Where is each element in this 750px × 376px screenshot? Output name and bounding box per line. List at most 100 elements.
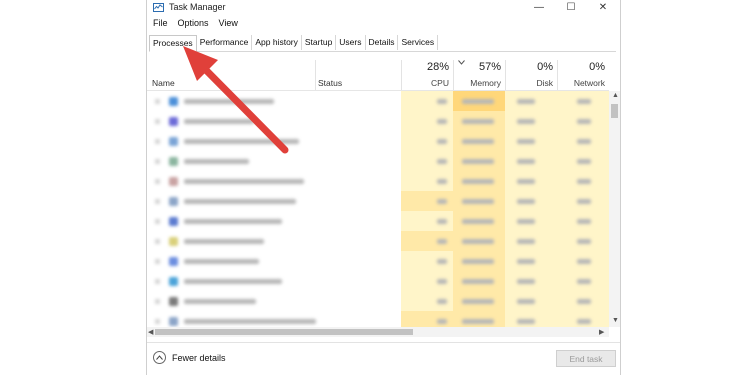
tab-startup[interactable]: Startup <box>302 35 337 50</box>
scroll-down-icon[interactable]: ▼ <box>612 317 619 324</box>
table-row[interactable] <box>147 231 609 251</box>
menu-view[interactable]: View <box>219 18 238 31</box>
cell-value <box>437 299 447 304</box>
scroll-up-icon[interactable]: ▲ <box>612 92 619 99</box>
cell-value <box>577 99 591 104</box>
vertical-scrollbar[interactable] <box>609 91 620 327</box>
column-status[interactable]: Status <box>318 78 342 88</box>
cell-value <box>437 179 447 184</box>
process-name <box>184 99 274 104</box>
cell-value <box>577 319 591 324</box>
close-icon: ✕ <box>598 2 608 13</box>
tab-processes[interactable]: Processes <box>149 35 197 52</box>
table-row[interactable] <box>147 111 609 131</box>
process-name <box>184 199 296 204</box>
cell-value <box>462 119 494 124</box>
process-icon <box>169 137 178 146</box>
process-list <box>147 91 609 327</box>
column-name[interactable]: Name <box>152 78 175 88</box>
expand-chevron-icon[interactable] <box>155 299 160 304</box>
table-row[interactable] <box>147 311 609 327</box>
vertical-scroll-thumb[interactable] <box>611 104 618 118</box>
tab-details[interactable]: Details <box>366 35 399 50</box>
cell-value <box>517 299 535 304</box>
process-icon <box>169 217 178 226</box>
minimize-button[interactable]: — <box>523 0 555 15</box>
table-row[interactable] <box>147 251 609 271</box>
cell-value <box>517 239 535 244</box>
process-icon <box>169 277 178 286</box>
process-name <box>184 119 254 124</box>
expand-chevron-icon[interactable] <box>155 139 160 144</box>
sort-chevron-icon <box>458 60 465 65</box>
menu-options[interactable]: Options <box>178 18 209 31</box>
horizontal-scroll-thumb[interactable] <box>155 329 413 335</box>
cell-value <box>517 139 535 144</box>
expand-chevron-icon[interactable] <box>155 179 160 184</box>
end-task-button[interactable]: End task <box>556 350 616 367</box>
process-icon <box>169 177 178 186</box>
expand-chevron-icon[interactable] <box>155 259 160 264</box>
tab-performance[interactable]: Performance <box>197 35 253 50</box>
cell-value <box>462 239 494 244</box>
table-row[interactable] <box>147 211 609 231</box>
process-name <box>184 299 256 304</box>
column-memory[interactable]: 57% Memory <box>453 58 505 90</box>
table-row[interactable] <box>147 171 609 191</box>
cpu-label: CPU <box>431 78 449 88</box>
cell-value <box>517 159 535 164</box>
process-icon <box>169 197 178 206</box>
expand-chevron-icon[interactable] <box>155 319 160 324</box>
task-manager-window: Task Manager — ☐ ✕ File Options View Pro… <box>146 0 621 375</box>
scroll-left-icon[interactable]: ◀ <box>148 328 153 336</box>
cell-value <box>437 279 447 284</box>
cell-value <box>437 99 447 104</box>
tab-services[interactable]: Services <box>398 35 439 50</box>
column-cpu[interactable]: 28% CPU <box>401 58 453 90</box>
cell-value <box>517 179 535 184</box>
cell-value <box>577 159 591 164</box>
network-percent: 0% <box>589 61 605 73</box>
expand-chevron-icon[interactable] <box>155 239 160 244</box>
fewer-details-button[interactable]: Fewer details <box>153 351 226 364</box>
tab-app-history[interactable]: App history <box>252 35 302 50</box>
column-network[interactable]: 0% Network <box>557 58 609 90</box>
task-manager-icon <box>153 3 164 12</box>
table-row[interactable] <box>147 151 609 171</box>
expand-chevron-icon[interactable] <box>155 279 160 284</box>
menu-file[interactable]: File <box>153 18 168 31</box>
process-name <box>184 159 249 164</box>
cell-value <box>577 299 591 304</box>
expand-chevron-icon[interactable] <box>155 99 160 104</box>
cell-value <box>517 99 535 104</box>
cell-value <box>437 119 447 124</box>
table-row[interactable] <box>147 291 609 311</box>
cell-value <box>462 279 494 284</box>
minimize-icon: — <box>534 2 544 13</box>
cpu-percent: 28% <box>426 61 449 73</box>
process-name <box>184 219 282 224</box>
expand-chevron-icon[interactable] <box>155 119 160 124</box>
fewer-details-label: Fewer details <box>172 352 226 363</box>
table-row[interactable] <box>147 191 609 211</box>
cell-value <box>517 279 535 284</box>
maximize-button[interactable]: ☐ <box>555 0 587 15</box>
scroll-right-icon[interactable]: ▶ <box>599 328 604 336</box>
close-button[interactable]: ✕ <box>587 0 619 15</box>
column-disk[interactable]: 0% Disk <box>505 58 557 90</box>
expand-chevron-icon[interactable] <box>155 199 160 204</box>
table-row[interactable] <box>147 271 609 291</box>
expand-chevron-icon[interactable] <box>155 159 160 164</box>
tab-users[interactable]: Users <box>336 35 366 50</box>
cell-value <box>517 259 535 264</box>
table-row[interactable] <box>147 91 609 111</box>
disk-label: Disk <box>536 78 553 88</box>
cell-value <box>462 199 494 204</box>
cell-value <box>462 259 494 264</box>
expand-chevron-icon[interactable] <box>155 219 160 224</box>
memory-label: Memory <box>470 78 501 88</box>
process-name <box>184 259 259 264</box>
column-divider <box>315 60 316 90</box>
cell-value <box>462 159 494 164</box>
table-row[interactable] <box>147 131 609 151</box>
